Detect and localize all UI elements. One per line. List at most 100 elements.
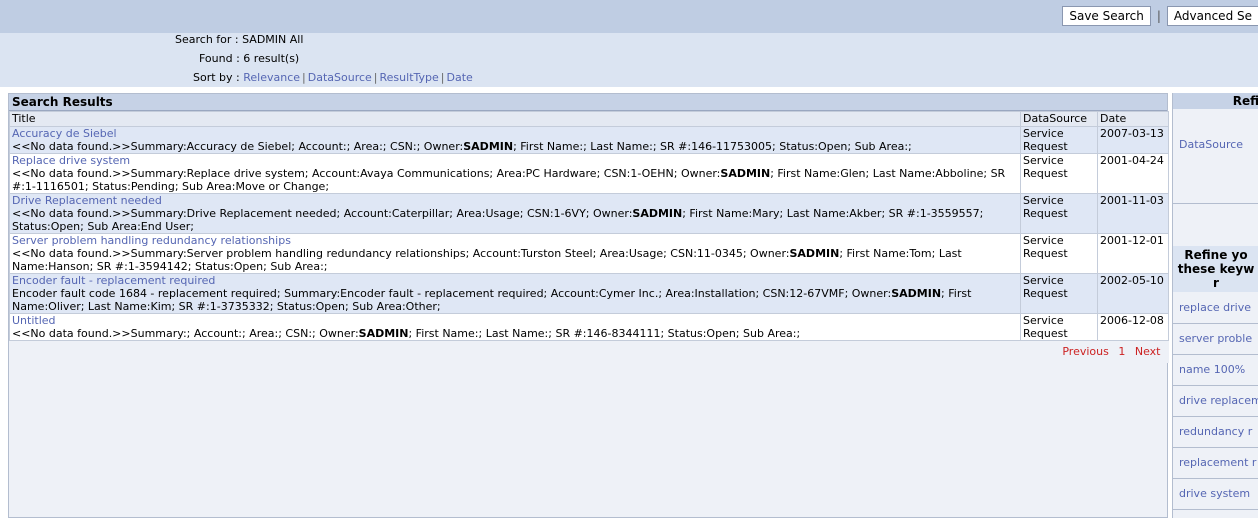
description-text: ; First Name:; Last Name:; SR #:146-1175…: [513, 140, 912, 153]
search-summary: Search for : SADMIN All Found : 6 result…: [0, 33, 1258, 87]
description-text: <<No data found.>>Summary:Accuracy de Si…: [12, 140, 464, 153]
result-cell: Accuracy de Siebel <<No data found.>>Summ…: [9, 126, 1021, 154]
result-description: <<No data found.>>Summary:Replace drive …: [12, 167, 1005, 193]
sort-datasource-link[interactable]: DataSource: [308, 71, 372, 84]
result-datasource: Service Request: [1020, 233, 1098, 274]
divider: [1173, 323, 1258, 324]
divider: [1173, 385, 1258, 386]
result-cell: Encoder fault - replacement required Enco…: [9, 273, 1021, 314]
result-cell: Server problem handling redundancy relat…: [9, 233, 1021, 274]
refine-keywords-header: Refine yo these keyw r: [1173, 246, 1258, 292]
table-row: Drive Replacement needed <<No data found.…: [9, 193, 1169, 234]
refine-keyword-link[interactable]: drive system: [1179, 487, 1250, 500]
description-text: Encoder fault code 1684 - replacement re…: [12, 287, 892, 300]
description-text: <<No data found.>>Summary:Server problem…: [12, 247, 790, 260]
result-cell: Drive Replacement needed <<No data found.…: [9, 193, 1021, 234]
result-datasource: Service Request: [1020, 313, 1098, 341]
table-row: Encoder fault - replacement required Enco…: [9, 273, 1169, 314]
owner-value: SADMIN: [632, 207, 683, 220]
refine-datasource-link[interactable]: DataSource: [1179, 138, 1243, 151]
refine-keyword-link[interactable]: redundancy r: [1179, 425, 1252, 438]
refine-keyword-link[interactable]: replace drive: [1179, 301, 1251, 314]
result-date: 2001-12-01: [1097, 233, 1169, 274]
next-link[interactable]: Next: [1135, 345, 1161, 358]
result-cell: Replace drive system <<No data found.>>Su…: [9, 153, 1021, 194]
owner-value: SADMIN: [720, 167, 771, 180]
table-row: Server problem handling redundancy relat…: [9, 233, 1169, 274]
refine-keywords-line-2: these keyw: [1177, 262, 1255, 276]
column-header-date[interactable]: Date: [1097, 111, 1169, 127]
found-row: Found : 6 result(s): [199, 52, 299, 65]
divider: [1173, 203, 1258, 204]
result-datasource: Service Request: [1020, 126, 1098, 154]
table-row: Accuracy de Siebel <<No data found.>>Summ…: [9, 126, 1169, 154]
previous-link[interactable]: Previous: [1062, 345, 1109, 358]
refine-header: Refi: [1173, 93, 1258, 109]
result-description: Encoder fault code 1684 - replacement re…: [12, 287, 971, 313]
result-description: <<No data found.>>Summary:; Account:; Ar…: [12, 327, 800, 340]
results-table: Title DataSource Date Accuracy de Siebel…: [9, 111, 1169, 363]
column-header-title[interactable]: Title: [9, 111, 1021, 127]
sort-date-link[interactable]: Date: [447, 71, 473, 84]
divider: [1173, 447, 1258, 448]
result-datasource: Service Request: [1020, 273, 1098, 314]
result-cell: Untitled <<No data found.>>Summary:; Acco…: [9, 313, 1021, 341]
divider: [1173, 509, 1258, 510]
result-title-link[interactable]: Replace drive system: [12, 154, 1018, 167]
refine-keywords-line-1: Refine yo: [1184, 248, 1248, 262]
result-datasource: Service Request: [1020, 193, 1098, 234]
sort-resulttype-link[interactable]: ResultType: [380, 71, 439, 84]
refine-keyword-link[interactable]: replacement r: [1179, 456, 1256, 469]
result-date: 2001-11-03: [1097, 193, 1169, 234]
refine-keyword-link[interactable]: drive replacem: [1179, 394, 1258, 407]
refine-keywords-line-3: r: [1213, 276, 1219, 290]
result-description: <<No data found.>>Summary:Server problem…: [12, 247, 962, 273]
pager: Previous 1 Next: [9, 340, 1169, 363]
advanced-search-button[interactable]: Advanced Se: [1166, 6, 1258, 26]
description-text: <<No data found.>>Summary:Replace drive …: [12, 167, 721, 180]
sort-relevance-link[interactable]: Relevance: [243, 71, 300, 84]
result-date: 2007-03-13: [1097, 126, 1169, 154]
result-date: 2006-12-08: [1097, 313, 1169, 341]
result-title-link[interactable]: Drive Replacement needed: [12, 194, 1018, 207]
column-header-datasource[interactable]: DataSource: [1020, 111, 1098, 127]
result-description: <<No data found.>>Summary:Drive Replacem…: [12, 207, 983, 233]
toolbar-links: Save Search | Advanced Se: [1062, 6, 1258, 26]
divider: [1173, 478, 1258, 479]
result-title-link[interactable]: Encoder fault - replacement required: [12, 274, 1018, 287]
result-title-link[interactable]: Accuracy de Siebel: [12, 127, 1018, 140]
table-row: Replace drive system <<No data found.>>Su…: [9, 153, 1169, 194]
owner-value: SADMIN: [789, 247, 840, 260]
refine-keyword-link[interactable]: server proble: [1179, 332, 1252, 345]
divider: [1173, 354, 1258, 355]
top-toolbar: Save Search | Advanced Se: [0, 0, 1258, 33]
sort-row: Sort by : Relevance | DataSource | ResultTyp…: [193, 71, 473, 84]
search-for-value: SADMIN All: [242, 33, 304, 46]
page-1-link[interactable]: 1: [1118, 345, 1125, 358]
result-datasource: Service Request: [1020, 153, 1098, 194]
toolbar-separator: |: [1156, 9, 1161, 23]
result-title-link[interactable]: Server problem handling redundancy relat…: [12, 234, 1018, 247]
save-search-button[interactable]: Save Search: [1062, 6, 1151, 26]
description-text: ; First Name:; Last Name:; SR #:146-8344…: [408, 327, 801, 340]
result-date: 2002-05-10: [1097, 273, 1169, 314]
sort-label: Sort by :: [193, 71, 240, 84]
result-date: 2001-04-24: [1097, 153, 1169, 194]
divider: [1173, 416, 1258, 417]
description-text: <<No data found.>>Summary:; Account:; Ar…: [12, 327, 359, 340]
search-for-row: Search for : SADMIN All: [175, 33, 303, 46]
found-label: Found :: [199, 52, 240, 65]
refine-keyword-link[interactable]: name 100%: [1179, 363, 1245, 376]
owner-value: SADMIN: [891, 287, 942, 300]
owner-value: SADMIN: [463, 140, 514, 153]
table-row: Untitled <<No data found.>>Summary:; Acco…: [9, 313, 1169, 341]
results-section-title: Search Results: [9, 94, 1167, 111]
search-results-panel: Search Results Title DataSource Date Acc…: [8, 93, 1169, 518]
owner-value: SADMIN: [358, 327, 409, 340]
result-title-link[interactable]: Untitled: [12, 314, 1018, 327]
result-description: <<No data found.>>Summary:Accuracy de Si…: [12, 140, 912, 153]
found-value: 6 result(s): [243, 52, 300, 65]
description-text: <<No data found.>>Summary:Drive Replacem…: [12, 207, 633, 220]
search-for-label: Search for :: [175, 33, 239, 46]
refine-panel: Refi DataSource Refine yo these keyw r r…: [1172, 93, 1258, 518]
